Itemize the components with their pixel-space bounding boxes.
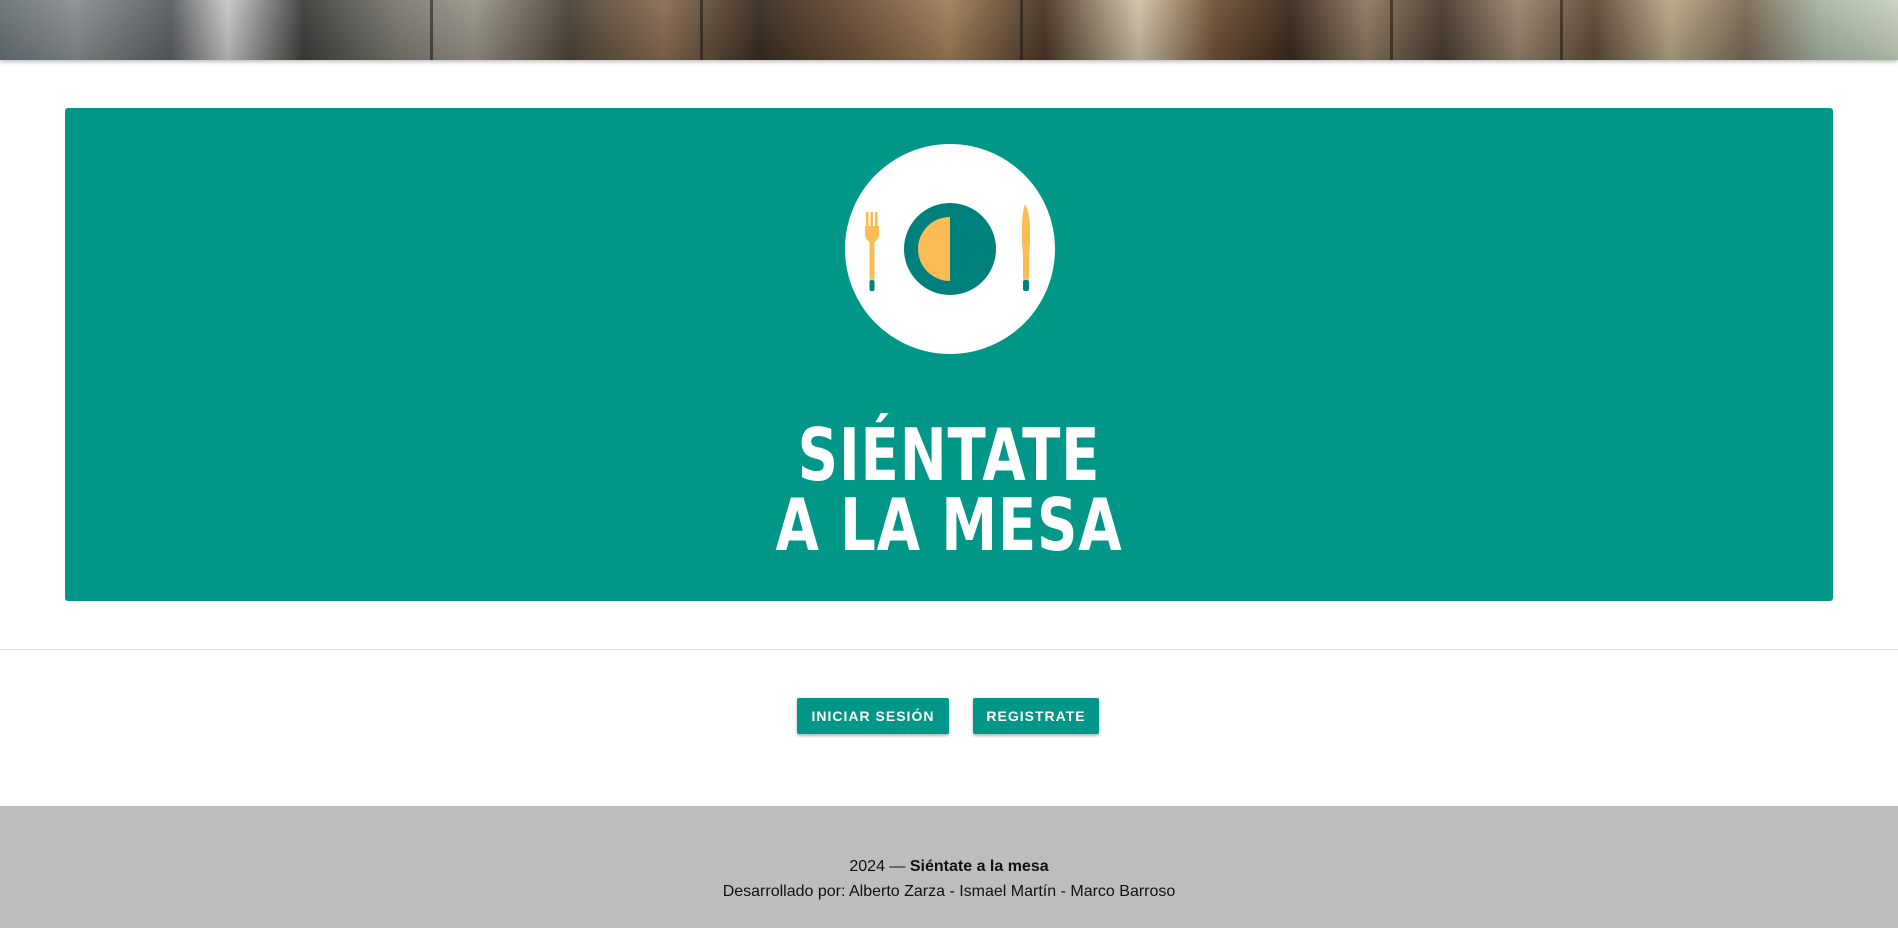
footer-site-name: Siéntate a la mesa [909,858,1049,875]
hero-card: Siéntate a la Mesa [65,108,1833,601]
section-divider [0,649,1898,650]
footer-year: 2024 — [849,858,906,875]
register-button[interactable]: REGISTRATE [973,698,1099,734]
hero-title-line-2: a la Mesa [775,483,1123,567]
banner-detail [1560,0,1563,60]
banner-detail [1390,0,1393,60]
knife-icon [1021,204,1031,291]
banner-shade [0,0,1898,60]
fork-icon [865,212,879,291]
header-banner-image [0,0,1898,60]
footer: 2024 — Siéntate a la mesa Desarrollado p… [0,806,1898,928]
hero-title-line-1: Siéntate [797,413,1101,497]
banner-detail [430,0,433,60]
login-button[interactable]: INICIAR SESIÓN [797,698,949,734]
plate-fork-knife-icon [865,203,1031,295]
banner-detail [700,0,703,60]
banner-detail [1020,0,1023,60]
footer-copyright: 2024 — Siéntate a la mesa [0,858,1898,876]
footer-credits: Desarrollado por: Alberto Zarza - Ismael… [722,883,1176,900]
logo [845,144,1055,354]
